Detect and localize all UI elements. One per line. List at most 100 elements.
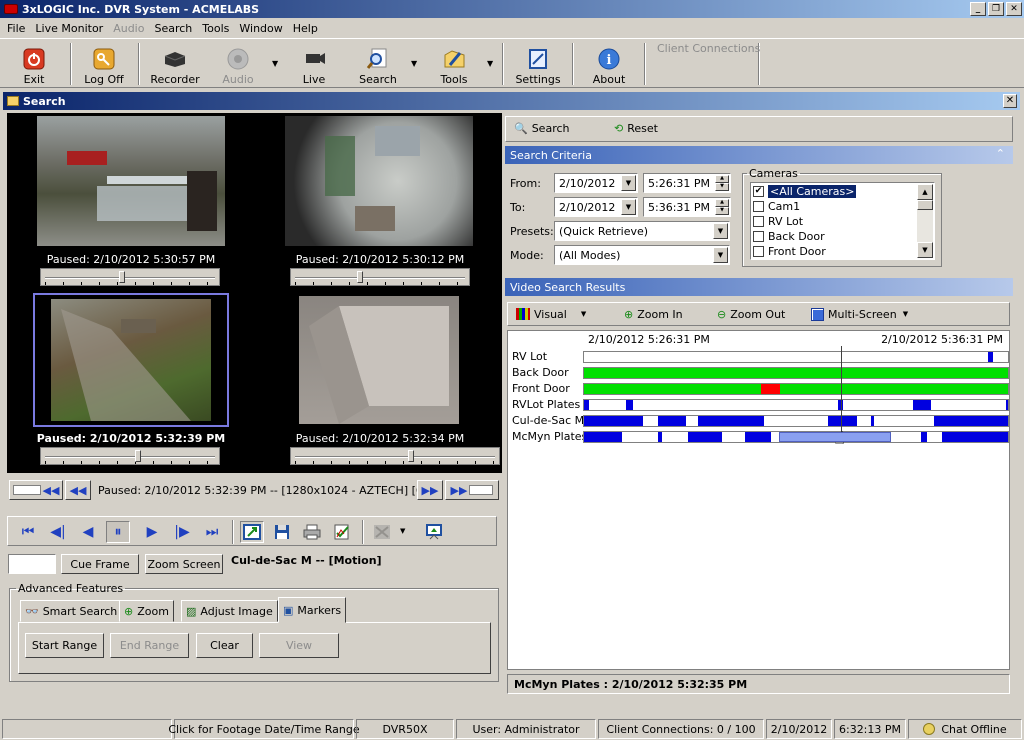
multi-screen-dropdown-icon[interactable]: ▼ <box>903 310 908 318</box>
status-chat[interactable]: Chat Offline <box>908 719 1022 739</box>
frame-number-input[interactable] <box>8 554 56 574</box>
camera-item-cam1[interactable]: Cam1 <box>753 199 800 214</box>
timeline-segment[interactable] <box>760 384 781 394</box>
timeline-segment[interactable] <box>942 432 1008 442</box>
timeline-segment[interactable] <box>827 416 858 426</box>
timeline-bar[interactable] <box>583 399 1009 411</box>
chevron-down-icon[interactable]: ▼ <box>713 247 728 263</box>
checkbox-icon[interactable] <box>753 216 764 227</box>
end-range-button[interactable]: End Range <box>110 633 189 658</box>
search-panel-close-button[interactable]: ✕ <box>1003 94 1017 108</box>
exit-button[interactable]: Exit <box>12 42 56 86</box>
camera-3-slider[interactable] <box>40 447 220 465</box>
camera-2-slider-thumb[interactable] <box>357 271 364 283</box>
timeline-bar[interactable] <box>583 367 1009 379</box>
timeline-segment[interactable] <box>584 416 644 426</box>
timeline-segment[interactable] <box>780 384 1008 394</box>
camera-4-slider[interactable] <box>290 447 500 465</box>
collapse-icon[interactable]: ⌃ <box>996 147 1005 160</box>
menu-audio[interactable]: Audio <box>108 22 149 35</box>
cameras-list[interactable]: ✔ <All Cameras> Cam1 RV Lot Back Door Fro… <box>750 182 935 260</box>
camera-2-slider[interactable] <box>290 268 470 286</box>
checkbox-checked-icon[interactable]: ✔ <box>753 186 764 197</box>
timeline-row[interactable]: McMyn Plates <box>508 429 1009 445</box>
timeline-segment[interactable] <box>698 416 765 426</box>
timeline-results[interactable]: 2/10/2012 5:26:31 PM 2/10/2012 5:36:31 P… <box>507 330 1010 670</box>
checkbox-icon[interactable] <box>753 231 764 242</box>
timeline-segment[interactable] <box>584 384 761 394</box>
overlay-dropdown-icon[interactable]: ▼ <box>400 527 405 535</box>
status-hint[interactable]: Click for Footage Date/Time Range <box>168 719 360 739</box>
camera-view-2[interactable] <box>285 116 473 246</box>
minimize-button[interactable]: _ <box>970 2 986 16</box>
cameras-scrollbar[interactable]: ▲ ▼ <box>917 184 933 258</box>
menu-window[interactable]: Window <box>234 22 287 35</box>
recorder-button[interactable]: Recorder <box>148 42 202 86</box>
save-icon[interactable] <box>270 521 294 543</box>
zoom-in-button[interactable]: ⊕ Zoom In <box>619 304 703 324</box>
checkbox-icon[interactable] <box>753 246 764 257</box>
timeline-row[interactable]: Back Door <box>508 365 1009 381</box>
mode-select[interactable]: (All Modes) ▼ <box>554 245 730 265</box>
last-frame-button[interactable]: ⏭ <box>200 521 224 543</box>
timeline-segment[interactable] <box>584 368 1008 378</box>
camera-item-rv-lot[interactable]: RV Lot <box>753 214 803 229</box>
timeline-segment[interactable] <box>584 432 623 442</box>
live-button[interactable]: Live <box>296 42 332 86</box>
tools-button[interactable]: Tools <box>434 42 474 86</box>
timeline-segment[interactable] <box>1005 400 1008 410</box>
step-back-button[interactable]: ◀◀ <box>65 480 91 500</box>
presets-select[interactable]: (Quick Retrieve) ▼ <box>554 221 730 241</box>
step-forward-button[interactable]: ▶▶ <box>417 480 443 500</box>
restore-button[interactable]: ❐ <box>988 2 1004 16</box>
audio-button[interactable]: Audio <box>218 42 258 86</box>
timeline-bar[interactable] <box>583 351 1009 363</box>
report-icon[interactable] <box>330 521 354 543</box>
from-date-picker[interactable]: 2/10/2012 ▼ <box>554 173 638 193</box>
close-button[interactable]: ✕ <box>1006 2 1022 16</box>
camera-4-slider-thumb[interactable] <box>407 450 414 462</box>
chevron-down-icon[interactable]: ▼ <box>713 223 728 239</box>
visual-button[interactable]: Visual ▼ <box>511 304 605 324</box>
next-frame-button[interactable]: |▶ <box>170 521 194 543</box>
scroll-down-icon[interactable]: ▼ <box>917 242 933 258</box>
search-button[interactable]: 🔍 Search <box>509 118 603 138</box>
menu-search[interactable]: Search <box>149 22 197 35</box>
reverse-play-button[interactable]: ◀ <box>76 521 100 543</box>
chevron-down-icon[interactable]: ▼ <box>621 199 636 215</box>
menu-file[interactable]: File <box>2 22 30 35</box>
camera-item-all[interactable]: ✔ <All Cameras> <box>753 184 858 199</box>
scroll-up-icon[interactable]: ▲ <box>917 184 933 200</box>
menu-live-monitor[interactable]: Live Monitor <box>30 22 108 35</box>
timeline-segment[interactable] <box>933 416 1008 426</box>
scroll-thumb[interactable] <box>917 200 933 210</box>
to-time-spinner[interactable]: 5:36:31 PM ▲ ▼ <box>643 197 731 217</box>
checkbox-icon[interactable] <box>753 201 764 212</box>
forward-speed-button[interactable]: ▶▶ <box>445 480 499 500</box>
search-criteria-header[interactable]: Search Criteria ⌃ <box>505 146 1013 164</box>
first-frame-button[interactable]: ⏮ <box>16 521 40 543</box>
menu-help[interactable]: Help <box>288 22 323 35</box>
prev-frame-button[interactable]: ◀| <box>46 521 70 543</box>
timeline-segment[interactable] <box>871 416 875 426</box>
camera-view-1[interactable] <box>37 116 225 246</box>
timeline-segment[interactable] <box>988 352 994 362</box>
timeline-segment[interactable] <box>745 432 771 442</box>
timeline-bar[interactable] <box>583 431 1009 443</box>
timeline-bar[interactable] <box>583 415 1009 427</box>
timeline-bar[interactable] <box>583 383 1009 395</box>
tab-adjust-image[interactable]: ▨ Adjust Image <box>181 600 278 622</box>
overlay-disabled-icon[interactable] <box>370 521 394 543</box>
camera-3-slider-thumb[interactable] <box>135 450 142 462</box>
tab-markers[interactable]: ▣ Markers <box>278 597 347 623</box>
logoff-button[interactable]: Log Off <box>80 42 128 86</box>
export-icon[interactable] <box>240 521 264 543</box>
timeline-row[interactable]: RV Lot <box>508 349 1009 365</box>
chevron-down-icon[interactable]: ▼ <box>621 175 636 191</box>
cue-frame-button[interactable]: Cue Frame <box>61 554 139 574</box>
rewind-speed-button[interactable]: ◀◀ <box>9 480 63 500</box>
pause-button[interactable]: ⏸ <box>106 521 130 543</box>
timeline-segment[interactable] <box>687 432 722 442</box>
multi-screen-button[interactable]: Multi-Screen ▼ <box>806 304 910 324</box>
search-toolbar-button[interactable]: Search <box>356 42 400 86</box>
